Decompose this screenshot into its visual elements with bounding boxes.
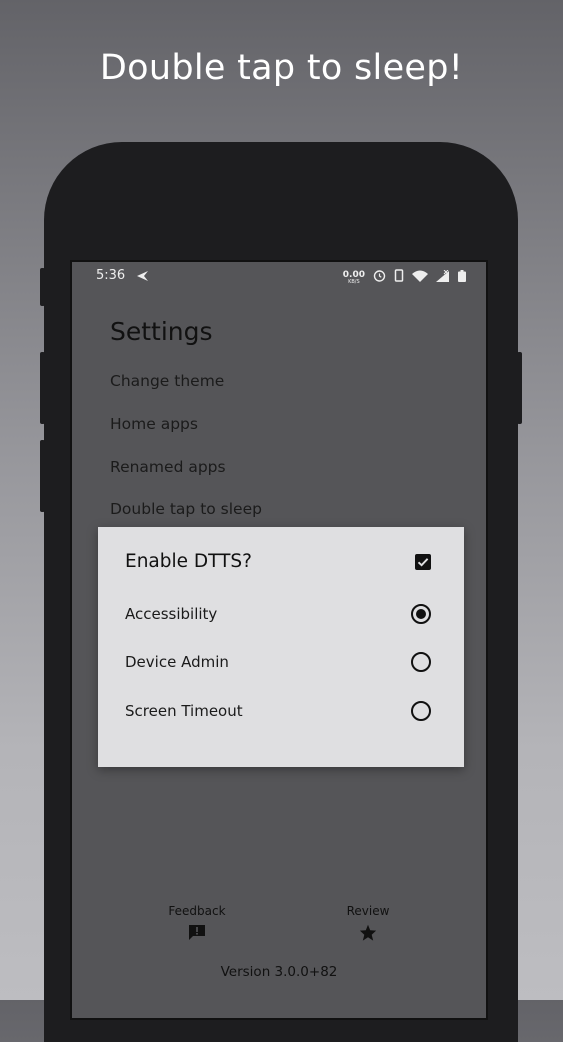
star-icon [359, 924, 377, 944]
radio-screen-timeout[interactable] [411, 701, 431, 721]
review-button[interactable]: Review [328, 904, 408, 944]
menu-item-change-theme[interactable]: Change theme [110, 372, 224, 390]
phone-volume-down-button [40, 440, 45, 512]
menu-item-renamed-apps[interactable]: Renamed apps [110, 458, 226, 476]
headline: Double tap to sleep! [99, 48, 464, 88]
network-speed: 0.00 KB/S [342, 269, 365, 285]
version-label: Version 3.0.0+82 [220, 964, 338, 980]
feedback-icon [188, 924, 206, 944]
dtts-dialog: Enable DTTS? Accessibility Device Admin … [98, 527, 464, 767]
phone-vibrate-icon [394, 269, 404, 286]
feedback-button[interactable]: Feedback [157, 904, 237, 944]
option-label: Accessibility [125, 605, 218, 623]
phone-volume-up-button [40, 352, 45, 424]
wifi-icon [412, 270, 428, 286]
status-bar: 5:36 0.00 KB/S [72, 262, 486, 292]
status-time: 5:36 [96, 268, 126, 283]
enable-dtts-checkbox[interactable] [415, 553, 431, 570]
alarm-icon [373, 269, 386, 286]
signal-icon [436, 269, 450, 286]
radio-accessibility[interactable] [411, 604, 431, 624]
dialog-title: Enable DTTS? [125, 551, 252, 572]
page-title: Settings [110, 317, 213, 346]
phone-power-button [517, 352, 522, 424]
share-arrow-icon [134, 270, 148, 286]
option-label: Screen Timeout [125, 702, 243, 720]
option-screen-timeout[interactable]: Screen Timeout [125, 701, 431, 721]
feedback-label: Feedback [168, 904, 226, 918]
status-icons: 0.00 KB/S [343, 269, 466, 286]
review-label: Review [346, 904, 390, 918]
menu-item-double-tap-to-sleep[interactable]: Double tap to sleep [110, 500, 262, 518]
menu-item-home-apps[interactable]: Home apps [110, 415, 198, 433]
battery-icon [458, 269, 466, 286]
radio-device-admin[interactable] [411, 652, 431, 672]
option-accessibility[interactable]: Accessibility [125, 604, 431, 624]
option-label: Device Admin [125, 653, 229, 671]
option-device-admin[interactable]: Device Admin [125, 652, 431, 672]
phone-side-button [40, 268, 45, 306]
enable-dtts-row[interactable]: Enable DTTS? [125, 551, 431, 572]
